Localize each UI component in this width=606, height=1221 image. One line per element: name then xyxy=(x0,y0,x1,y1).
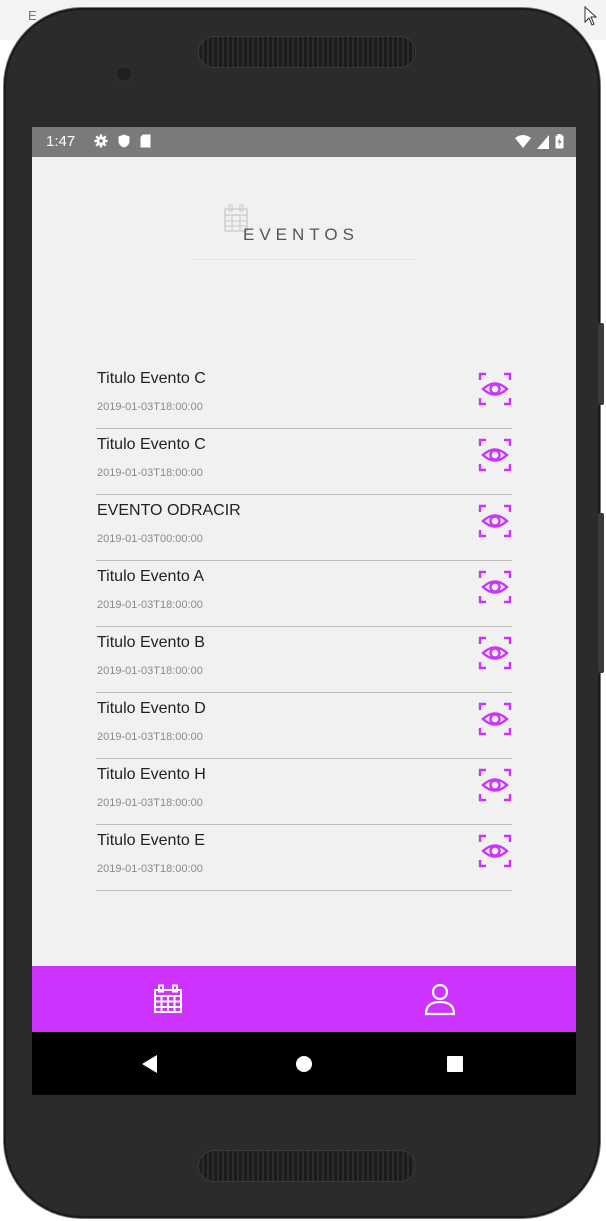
event-title: Titulo Evento H xyxy=(97,766,206,783)
event-row[interactable]: Titulo Evento H 2019-01-03T18:00:00 xyxy=(96,760,512,825)
status-time: 1:47 xyxy=(46,133,76,150)
bottom-speaker xyxy=(198,1150,416,1182)
calendar-icon xyxy=(154,984,182,1013)
battery-icon xyxy=(555,134,564,149)
front-camera xyxy=(116,66,132,82)
event-date: 2019-01-03T18:00:00 xyxy=(97,731,203,743)
view-eye-icon[interactable] xyxy=(478,768,512,802)
system-navigation-bar xyxy=(32,1032,576,1095)
back-icon xyxy=(142,1054,157,1073)
event-title: Titulo Evento C xyxy=(97,370,206,387)
event-title: Titulo Evento A xyxy=(97,568,205,585)
host-text-fragment: E xyxy=(28,8,37,23)
volume-button[interactable] xyxy=(598,513,604,673)
event-title: Titulo Evento B xyxy=(97,634,205,651)
event-date: 2019-01-03T18:00:00 xyxy=(97,797,203,809)
system-home-button[interactable] xyxy=(254,1032,354,1095)
tab-events[interactable] xyxy=(32,966,304,1032)
user-icon xyxy=(424,983,456,1016)
event-row[interactable]: Titulo Evento C 2019-01-03T18:00:00 xyxy=(96,364,512,429)
view-eye-icon[interactable] xyxy=(478,504,512,538)
event-row[interactable]: Titulo Evento A 2019-01-03T18:00:00 xyxy=(96,562,512,627)
system-back-button[interactable] xyxy=(100,1032,200,1095)
event-date: 2019-01-03T18:00:00 xyxy=(97,467,203,479)
event-row[interactable]: Titulo Evento B 2019-01-03T18:00:00 xyxy=(96,628,512,693)
shield-icon xyxy=(118,134,130,148)
app-screen: 1:47 EVENTOS Titulo Evento C 2019-01-03T… xyxy=(32,127,576,1095)
sd-card-icon xyxy=(140,134,151,148)
view-eye-icon[interactable] xyxy=(478,702,512,736)
event-list: Titulo Evento C 2019-01-03T18:00:00 Titu… xyxy=(96,364,512,892)
view-eye-icon[interactable] xyxy=(478,636,512,670)
event-row[interactable]: EVENTO ODRACIR 2019-01-03T00:00:00 xyxy=(96,496,512,561)
event-date: 2019-01-03T18:00:00 xyxy=(97,599,203,611)
event-row[interactable]: Titulo Evento E 2019-01-03T18:00:00 xyxy=(96,826,512,891)
bottom-navigation xyxy=(32,966,576,1032)
event-date: 2019-01-03T18:00:00 xyxy=(97,401,203,413)
event-title: EVENTO ODRACIR xyxy=(97,502,241,519)
status-bar: 1:47 xyxy=(32,127,576,157)
tab-profile[interactable] xyxy=(304,966,576,1032)
page-title: EVENTOS xyxy=(243,225,359,244)
home-icon xyxy=(296,1055,312,1072)
event-date: 2019-01-03T00:00:00 xyxy=(97,533,203,545)
event-row[interactable]: Titulo Evento D 2019-01-03T18:00:00 xyxy=(96,694,512,759)
event-date: 2019-01-03T18:00:00 xyxy=(97,665,203,677)
view-eye-icon[interactable] xyxy=(478,834,512,868)
system-recents-button[interactable] xyxy=(405,1032,505,1095)
page-header: EVENTOS xyxy=(32,203,576,263)
event-title: Titulo Evento C xyxy=(97,436,206,453)
event-title: Titulo Evento E xyxy=(97,832,205,849)
view-eye-icon[interactable] xyxy=(478,438,512,472)
recents-icon xyxy=(447,1055,463,1072)
wifi-icon xyxy=(515,134,531,148)
view-eye-icon[interactable] xyxy=(478,372,512,406)
event-date: 2019-01-03T18:00:00 xyxy=(97,863,203,875)
top-speaker xyxy=(198,36,416,68)
settings-gear-icon xyxy=(94,134,108,148)
event-row[interactable]: Titulo Evento C 2019-01-03T18:00:00 xyxy=(96,430,512,495)
view-eye-icon[interactable] xyxy=(478,570,512,604)
mouse-cursor-icon xyxy=(584,6,598,26)
power-button[interactable] xyxy=(598,323,604,405)
header-divider xyxy=(192,259,416,260)
event-title: Titulo Evento D xyxy=(97,700,206,717)
cell-signal-icon xyxy=(537,134,549,149)
